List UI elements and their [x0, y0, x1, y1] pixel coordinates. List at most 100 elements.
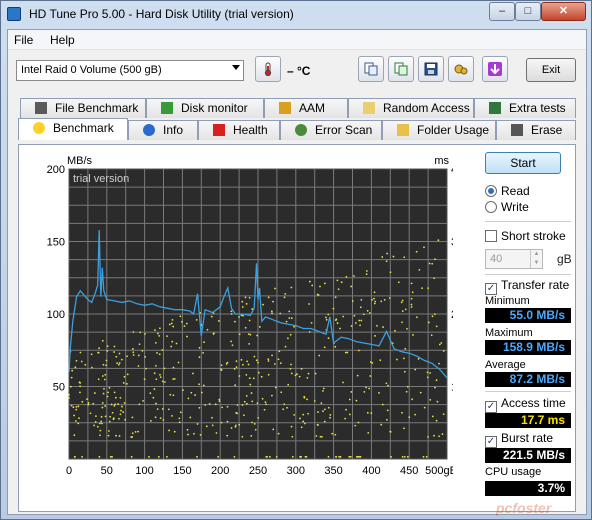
burst-rate-checkbox[interactable]: ✓ Burst rate	[485, 431, 553, 448]
access-time-point	[71, 369, 74, 372]
access-time-point	[415, 250, 418, 253]
access-time-point	[157, 332, 159, 335]
controls-column: Start Read Write Short stroke 40 ▲ ▼ gB	[485, 151, 573, 511]
access-time-point	[196, 423, 199, 425]
tab-erase[interactable]: Erase	[496, 120, 576, 140]
access-time-point	[178, 421, 181, 424]
access-time-point	[195, 318, 198, 321]
access-time-point	[345, 275, 348, 278]
access-time-point	[435, 325, 438, 328]
copy-info-button[interactable]	[358, 56, 384, 82]
access-time-point	[215, 432, 218, 434]
access-time-point	[400, 301, 403, 304]
access-time-point	[111, 411, 114, 414]
access-time-point	[123, 402, 126, 404]
start-button[interactable]: Start	[485, 152, 561, 174]
tab-benchmark[interactable]: Benchmark	[18, 118, 128, 140]
exit-button[interactable]: Exit	[526, 58, 576, 82]
close-button[interactable]: ✕	[541, 2, 586, 21]
access-time-point	[104, 405, 107, 407]
info-icon	[143, 124, 155, 136]
access-time-point	[293, 413, 296, 416]
minimize-button[interactable]: –	[489, 2, 515, 21]
chevron-down-icon	[232, 65, 240, 70]
access-time-point	[233, 368, 236, 370]
access-time-point	[435, 419, 438, 422]
access-time-point	[226, 434, 229, 437]
access-time-point	[187, 433, 189, 436]
access-time-point	[241, 404, 244, 406]
access-time-point	[337, 288, 340, 291]
tab-folder-usage[interactable]: Folder Usage	[382, 120, 496, 140]
access-time-point	[369, 361, 372, 363]
tab-extra-tests[interactable]: Extra tests	[474, 98, 576, 118]
access-time-point	[107, 391, 109, 394]
access-time-point	[298, 375, 301, 378]
access-time-point	[220, 369, 223, 372]
minimum-label: Minimum	[485, 295, 530, 307]
tab-info[interactable]: Info	[128, 120, 198, 140]
access-time-point	[109, 415, 112, 418]
access-time-point	[436, 400, 439, 403]
read-radio[interactable]: Read	[485, 184, 530, 200]
access-time-point	[302, 413, 305, 416]
drive-select[interactable]: Intel Raid 0 Volume (500 gB)	[16, 60, 244, 81]
short-stroke-spinner[interactable]: 40 ▲ ▼	[485, 249, 543, 269]
access-time-point	[427, 287, 430, 290]
access-time-point	[97, 378, 100, 381]
access-time-point	[98, 422, 101, 425]
tab-aam[interactable]: AAM	[264, 98, 348, 118]
access-time-point	[196, 455, 198, 458]
short-stroke-checkbox[interactable]: Short stroke	[485, 229, 566, 245]
access-time-checkbox[interactable]: ✓ Access time	[485, 396, 566, 413]
spin-up-icon[interactable]: ▲	[530, 250, 542, 259]
access-time-point	[122, 382, 125, 384]
access-time-point	[202, 384, 205, 387]
temperature-button[interactable]	[255, 56, 281, 82]
access-time-point	[386, 409, 389, 412]
write-radio[interactable]: Write	[485, 200, 529, 216]
access-time-point	[115, 434, 117, 437]
save-button[interactable]	[418, 56, 444, 82]
access-time-point	[279, 362, 282, 365]
spin-down-icon[interactable]: ▼	[530, 259, 542, 268]
access-time-point	[246, 360, 249, 363]
access-time-point	[359, 306, 362, 309]
options-button[interactable]	[448, 56, 474, 82]
access-time-point	[126, 355, 128, 358]
tab-label: Erase	[531, 123, 563, 137]
download-button[interactable]	[482, 56, 508, 82]
menu-file[interactable]: File	[14, 33, 33, 47]
access-time-point	[340, 281, 343, 284]
access-time-point	[199, 434, 202, 436]
access-time-point	[159, 376, 162, 379]
download-icon	[488, 62, 502, 76]
access-time-point	[401, 321, 403, 324]
access-time-point	[367, 431, 370, 434]
access-time-point	[106, 350, 109, 352]
access-time-point	[438, 362, 440, 365]
access-time-point	[278, 350, 281, 353]
access-time-point	[138, 343, 141, 346]
access-time-point	[113, 345, 116, 348]
access-time-point	[379, 359, 382, 362]
menu-help[interactable]: Help	[50, 33, 75, 47]
x-tick-label: 150	[173, 465, 191, 477]
access-time-point	[325, 318, 328, 321]
access-time-point	[274, 287, 276, 290]
tab-error-scan[interactable]: Error Scan	[280, 120, 382, 140]
maximize-button[interactable]: □	[515, 2, 541, 21]
tab-random-access[interactable]: Random Access	[348, 98, 474, 118]
access-time-point	[375, 324, 378, 327]
access-time-point	[290, 372, 293, 375]
tab-disk-monitor[interactable]: Disk monitor	[146, 98, 264, 118]
access-time-point	[141, 349, 144, 352]
access-time-point	[186, 335, 188, 338]
access-time-point	[171, 318, 174, 321]
tab-health[interactable]: Health	[198, 120, 280, 140]
tab-label: Info	[163, 123, 184, 137]
access-time-point	[75, 408, 78, 411]
transfer-rate-checkbox[interactable]: ✓ Transfer rate	[485, 278, 569, 295]
copy-screen-button[interactable]	[388, 56, 414, 82]
tab-file-benchmark[interactable]: File Benchmark	[20, 98, 146, 118]
